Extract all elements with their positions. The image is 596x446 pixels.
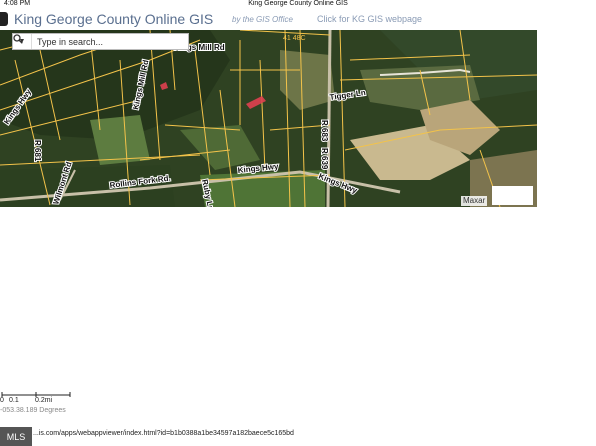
- coordinate-readout: -053.38.189 Degrees: [0, 407, 66, 414]
- mls-badge: MLS: [0, 427, 32, 446]
- search-input[interactable]: Type in search...: [32, 37, 170, 47]
- search-button[interactable]: [13, 34, 188, 49]
- scale-label-1: 0.1: [9, 397, 19, 404]
- aerial-imagery[interactable]: Kings Mill Rd Kings Mill Rd Kings Hwy Ki…: [0, 30, 537, 207]
- page-url[interactable]: ...is.com/apps/webappviewer/index.html?i…: [33, 430, 294, 437]
- search-icon: [13, 34, 23, 44]
- footer-url-bar: MLS ...is.com/apps/webappviewer/index.ht…: [0, 427, 596, 446]
- status-bar: 4:08 PM King George County Online GIS: [0, 0, 596, 8]
- imagery-attribution: Maxar: [461, 196, 488, 206]
- map-view[interactable]: Kings Mill Rd Kings Mill Rd Kings Hwy Ki…: [0, 30, 537, 207]
- byline: by the GIS Office: [232, 15, 293, 24]
- county-logo-icon: [0, 12, 8, 26]
- map-overlay-box: [492, 186, 533, 205]
- label-r683: R 683: [320, 120, 329, 142]
- app-header: King George County Online GIS by the GIS…: [0, 8, 596, 30]
- scale-label-2: 0.2mi: [35, 397, 53, 404]
- status-title: King George County Online GIS: [248, 0, 348, 7]
- app-title: King George County Online GIS: [14, 11, 214, 27]
- gis-webpage-link[interactable]: Click for KG GIS webpage: [317, 14, 422, 24]
- label-r639: R 639: [320, 148, 329, 170]
- scale-label-0: 0: [0, 397, 4, 404]
- label-parcel-id: 41 48C: [283, 35, 306, 42]
- label-r681: R 681: [33, 140, 42, 162]
- search-box: ▼ Type in search...: [12, 33, 189, 50]
